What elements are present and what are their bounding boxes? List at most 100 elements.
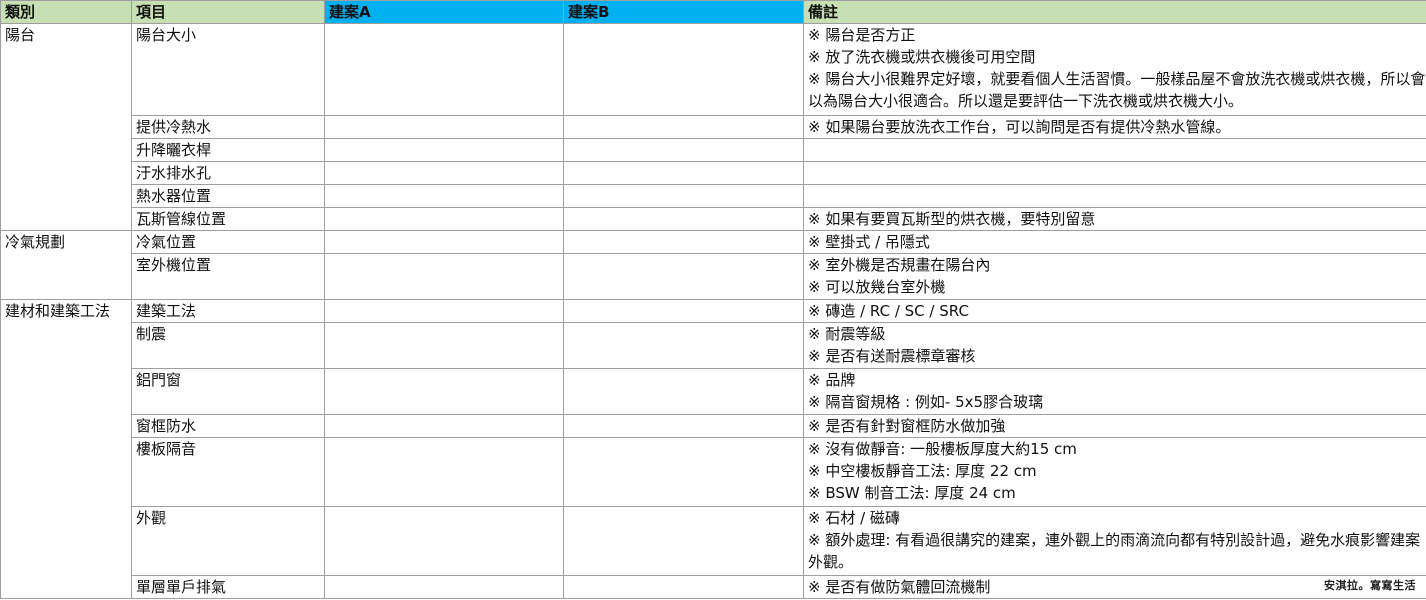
- case-b-cell[interactable]: [563, 230, 804, 254]
- note-line: ※ 額外處理: 有看過很講究的建案，連外觀上的雨滴流向都有特別設計過，避免水痕影…: [808, 531, 1421, 571]
- case-b-cell[interactable]: [563, 322, 804, 369]
- category-cell[interactable]: [0, 253, 132, 300]
- note-cell[interactable]: ※ 陽台是否方正 ※ 放了洗衣機或烘衣機後可用空間 ※ 陽台大小很難界定好壞，就要看…: [803, 23, 1426, 116]
- item-cell[interactable]: 熱水器位置: [131, 184, 325, 208]
- case-b-cell[interactable]: [563, 115, 804, 139]
- category-cell[interactable]: [0, 575, 132, 599]
- note-line: ※ 品牌: [808, 371, 856, 389]
- table-row: 樓板隔音 ※ 沒有做靜音: 一般樓板厚度大約15 cm ※ 中空樓板靜音工法: 厚度…: [0, 437, 1426, 507]
- table-row: 外觀 ※ 石材 / 磁磚 ※ 額外處理: 有看過很講究的建案，連外觀上的雨滴流向都有…: [0, 506, 1426, 576]
- header-note[interactable]: 備註: [803, 0, 1426, 24]
- note-cell[interactable]: ※ 如果陽台要放洗衣工作台，可以詢問是否有提供冷熱水管線。: [803, 115, 1426, 139]
- category-cell[interactable]: [0, 414, 132, 438]
- case-a-cell[interactable]: [324, 368, 564, 415]
- item-cell[interactable]: 制震: [131, 322, 325, 369]
- item-cell[interactable]: 瓦斯管線位置: [131, 207, 325, 231]
- header-case-b[interactable]: 建案B: [563, 0, 804, 24]
- item-cell[interactable]: 陽台大小: [131, 23, 325, 116]
- header-item[interactable]: 項目: [131, 0, 325, 24]
- table-row: 單層單戶排氣 ※ 是否有做防氣體回流機制: [0, 575, 1426, 599]
- note-cell[interactable]: [803, 184, 1426, 208]
- note-line: ※ 是否有針對窗框防水做加強: [808, 417, 1006, 435]
- note-cell[interactable]: ※ 品牌 ※ 隔音窗規格 : 例如- 5x5膠合玻璃: [803, 368, 1426, 415]
- table-row: 建材和建築工法 建築工法 ※ 磚造 / RC / SC / SRC: [0, 299, 1426, 323]
- case-a-cell[interactable]: [324, 138, 564, 162]
- table-row: 升降曬衣桿: [0, 138, 1426, 162]
- note-cell[interactable]: ※ 耐震等級 ※ 是否有送耐震標章審核: [803, 322, 1426, 369]
- table-row: 窗框防水 ※ 是否有針對窗框防水做加強: [0, 414, 1426, 438]
- item-cell[interactable]: 提供冷熱水: [131, 115, 325, 139]
- category-cell[interactable]: [0, 207, 132, 231]
- case-b-cell[interactable]: [563, 207, 804, 231]
- case-b-cell[interactable]: [563, 299, 804, 323]
- note-line: ※ 可以放幾台室外機: [808, 278, 946, 296]
- case-a-cell[interactable]: [324, 437, 564, 507]
- category-cell[interactable]: [0, 161, 132, 185]
- note-cell[interactable]: ※ 壁掛式 / 吊隱式: [803, 230, 1426, 254]
- category-cell[interactable]: [0, 138, 132, 162]
- item-cell[interactable]: 冷氣位置: [131, 230, 325, 254]
- case-b-cell[interactable]: [563, 368, 804, 415]
- case-a-cell[interactable]: [324, 299, 564, 323]
- note-line: ※ 室外機是否規畫在陽台內: [808, 256, 991, 274]
- case-a-cell[interactable]: [324, 253, 564, 300]
- item-cell[interactable]: 升降曬衣桿: [131, 138, 325, 162]
- note-cell[interactable]: ※ 磚造 / RC / SC / SRC: [803, 299, 1426, 323]
- item-cell[interactable]: 窗框防水: [131, 414, 325, 438]
- table-row: 瓦斯管線位置 ※ 如果有要買瓦斯型的烘衣機，要特別留意: [0, 207, 1426, 231]
- note-cell[interactable]: ※ 如果有要買瓦斯型的烘衣機，要特別留意: [803, 207, 1426, 231]
- case-b-cell[interactable]: [563, 23, 804, 116]
- note-cell[interactable]: ※ 室外機是否規畫在陽台內 ※ 可以放幾台室外機: [803, 253, 1426, 300]
- case-a-cell[interactable]: [324, 23, 564, 116]
- item-cell[interactable]: 鋁門窗: [131, 368, 325, 415]
- note-line: ※ 陽台大小很難界定好壞，就要看個人生活習慣。一般樣品屋不會放洗衣機或烘衣機，所…: [808, 70, 1426, 110]
- case-a-cell[interactable]: [324, 115, 564, 139]
- table-row: 熱水器位置: [0, 184, 1426, 208]
- case-a-cell[interactable]: [324, 506, 564, 576]
- case-a-cell[interactable]: [324, 184, 564, 208]
- note-cell[interactable]: [803, 161, 1426, 185]
- item-cell[interactable]: 單層單戶排氣: [131, 575, 325, 599]
- case-b-cell[interactable]: [563, 161, 804, 185]
- case-b-cell[interactable]: [563, 184, 804, 208]
- case-a-cell[interactable]: [324, 161, 564, 185]
- category-cell[interactable]: [0, 437, 132, 507]
- case-b-cell[interactable]: [563, 138, 804, 162]
- case-a-cell[interactable]: [324, 207, 564, 231]
- case-b-cell[interactable]: [563, 253, 804, 300]
- table-row: 汙水排水孔: [0, 161, 1426, 185]
- category-cell[interactable]: [0, 322, 132, 369]
- note-line: ※ 如果有要買瓦斯型的烘衣機，要特別留意: [808, 210, 1096, 228]
- category-cell[interactable]: [0, 368, 132, 415]
- note-line: ※ 磚造 / RC / SC / SRC: [808, 302, 969, 320]
- case-a-cell[interactable]: [324, 322, 564, 369]
- category-cell[interactable]: [0, 184, 132, 208]
- note-cell[interactable]: [803, 138, 1426, 162]
- case-b-cell[interactable]: [563, 506, 804, 576]
- note-line: ※ 石材 / 磁磚: [808, 509, 900, 527]
- note-cell[interactable]: ※ 沒有做靜音: 一般樓板厚度大約15 cm ※ 中空樓板靜音工法: 厚度 22 …: [803, 437, 1426, 507]
- header-case-a[interactable]: 建案A: [324, 0, 564, 24]
- item-cell[interactable]: 建築工法: [131, 299, 325, 323]
- item-cell[interactable]: 汙水排水孔: [131, 161, 325, 185]
- item-cell[interactable]: 外觀: [131, 506, 325, 576]
- table-row: 陽台 陽台大小 ※ 陽台是否方正 ※ 放了洗衣機或烘衣機後可用空間 ※ 陽台大小很難界定…: [0, 23, 1426, 116]
- note-cell[interactable]: ※ 石材 / 磁磚 ※ 額外處理: 有看過很講究的建案，連外觀上的雨滴流向都有特別…: [803, 506, 1426, 576]
- case-a-cell[interactable]: [324, 414, 564, 438]
- category-cell[interactable]: [0, 506, 132, 576]
- case-b-cell[interactable]: [563, 414, 804, 438]
- category-cell[interactable]: 建材和建築工法: [0, 299, 132, 323]
- note-line: ※ 放了洗衣機或烘衣機後可用空間: [808, 48, 1036, 66]
- case-b-cell[interactable]: [563, 437, 804, 507]
- comparison-table: 類別 項目 建案A 建案B 備註 陽台 陽台大小 ※ 陽台是否方正 ※ 放了洗衣機或烘…: [0, 0, 1426, 599]
- case-a-cell[interactable]: [324, 230, 564, 254]
- item-cell[interactable]: 樓板隔音: [131, 437, 325, 507]
- category-cell[interactable]: 冷氣規劃: [0, 230, 132, 254]
- item-cell[interactable]: 室外機位置: [131, 253, 325, 300]
- category-cell[interactable]: [0, 115, 132, 139]
- case-a-cell[interactable]: [324, 575, 564, 599]
- note-cell[interactable]: ※ 是否有針對窗框防水做加強: [803, 414, 1426, 438]
- header-category[interactable]: 類別: [0, 0, 132, 24]
- case-b-cell[interactable]: [563, 575, 804, 599]
- category-cell[interactable]: 陽台: [0, 23, 132, 116]
